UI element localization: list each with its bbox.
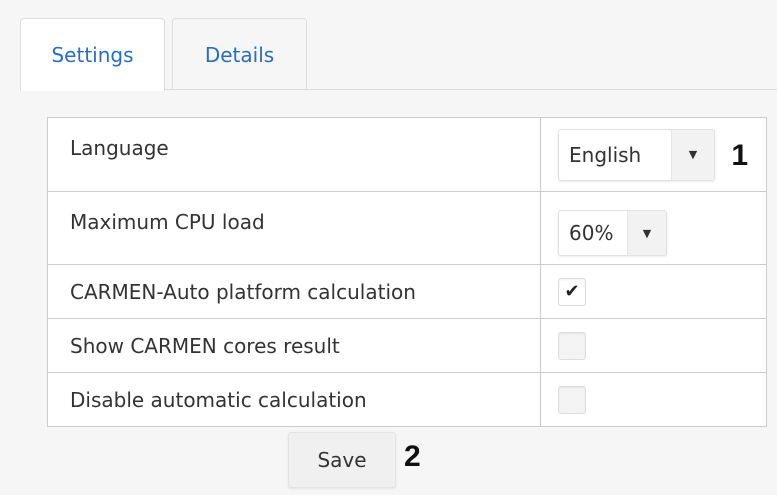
show-cores-cell xyxy=(540,318,767,373)
disable-calc-cell xyxy=(540,372,767,427)
cpu-load-cell: 60% ▼ xyxy=(540,191,767,265)
table-row: CARMEN-Auto platform calculation ✔ xyxy=(47,264,767,319)
cpu-load-label: Maximum CPU load xyxy=(47,191,541,265)
top-strip xyxy=(0,0,777,8)
table-row: Maximum CPU load 60% ▼ xyxy=(47,191,767,265)
disable-calc-checkbox[interactable] xyxy=(558,385,586,414)
caret-down-icon: ▼ xyxy=(627,211,666,255)
show-cores-label: Show CARMEN cores result xyxy=(47,318,541,373)
tab-details[interactable]: Details xyxy=(172,18,307,90)
table-row: Language English ▼ 1 xyxy=(47,117,767,192)
table-row: Disable automatic calculation xyxy=(47,372,767,427)
save-button[interactable]: Save xyxy=(288,432,396,488)
tab-settings[interactable]: Settings xyxy=(20,18,165,91)
language-select[interactable]: English ▼ xyxy=(558,128,715,181)
caret-down-icon: ▼ xyxy=(671,129,714,180)
language-value: English xyxy=(569,142,642,167)
carmen-auto-cell: ✔ xyxy=(540,264,767,319)
save-row: Save 2 xyxy=(0,432,777,488)
tab-bar: Settings Details xyxy=(20,18,777,91)
callout-number: 1 xyxy=(731,139,749,172)
table-row: Show CARMEN cores result xyxy=(47,318,767,373)
language-cell: English ▼ 1 xyxy=(540,117,767,192)
language-label: Language xyxy=(47,117,541,192)
callout-number: 2 xyxy=(404,440,421,473)
cpu-load-select[interactable]: 60% ▼ xyxy=(558,210,667,256)
carmen-auto-checkbox[interactable]: ✔ xyxy=(558,277,586,306)
checkmark-icon: ✔ xyxy=(564,281,580,302)
settings-table: Language English ▼ 1 Maximum CPU load 60… xyxy=(47,117,767,427)
carmen-auto-label: CARMEN-Auto platform calculation xyxy=(47,264,541,319)
cpu-load-value: 60% xyxy=(569,221,614,245)
disable-calc-label: Disable automatic calculation xyxy=(47,372,541,427)
show-cores-checkbox[interactable] xyxy=(558,331,586,360)
